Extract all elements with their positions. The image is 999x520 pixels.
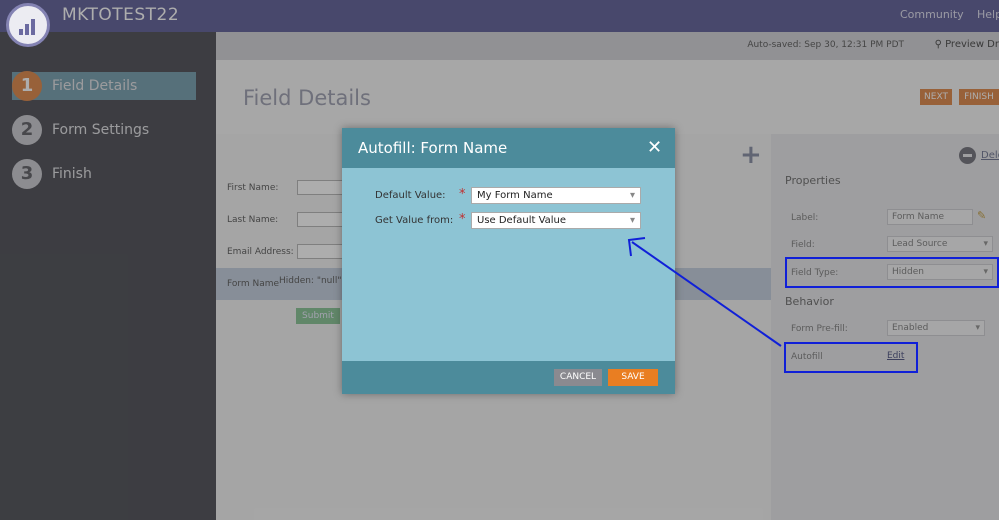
marketo-logo-icon: [6, 3, 50, 47]
annotation-arrow: [627, 237, 782, 347]
